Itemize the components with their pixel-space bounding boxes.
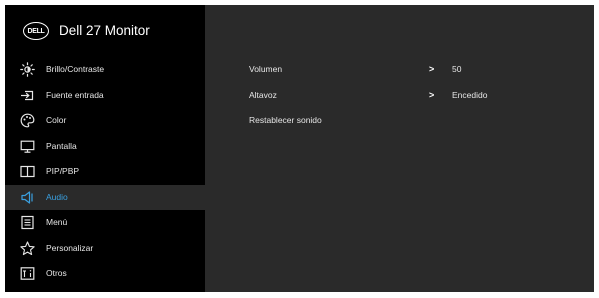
chevron-right-icon: >	[429, 89, 435, 100]
display-icon	[20, 139, 35, 154]
monitor-model-title: Dell 27 Monitor	[59, 23, 150, 38]
brand-header: DELL Dell 27 Monitor	[5, 5, 205, 57]
volume-value: 50	[452, 64, 462, 74]
menu-item-label: Otros	[46, 268, 67, 278]
brightness-icon	[20, 62, 35, 77]
menu-item-pip-pbp[interactable]: PIP/PBP	[5, 159, 205, 185]
menu-item-personalize[interactable]: Personalizar	[5, 236, 205, 262]
speaker-icon	[20, 190, 35, 205]
menu-item-label: Color	[46, 115, 67, 125]
menu-item-display[interactable]: Pantalla	[5, 134, 205, 160]
reset-audio-row[interactable]: Restablecer sonido	[205, 108, 594, 134]
audio-settings-panel: Volumen > 50 Altavoz > Encedido Restable…	[205, 57, 594, 134]
color-palette-icon	[20, 113, 35, 128]
speaker-label: Altavoz	[249, 89, 277, 100]
speaker-row[interactable]: Altavoz > Encedido	[205, 83, 594, 109]
menu-item-audio[interactable]: Audio	[5, 184, 205, 210]
menu-icon	[20, 215, 35, 230]
main-menu: Brillo/Contraste Fuente entrada Color Pa…	[5, 57, 205, 287]
menu-item-input-source[interactable]: Fuente entrada	[5, 83, 205, 109]
menu-item-menu[interactable]: Menú	[5, 210, 205, 236]
menu-item-label: PIP/PBP	[46, 166, 80, 176]
monitor-osd-window: DELL Dell 27 Monitor Brillo/Contraste Fu…	[5, 5, 594, 292]
menu-item-color[interactable]: Color	[5, 108, 205, 134]
pip-pbp-icon	[20, 164, 35, 179]
menu-item-brightness-contrast[interactable]: Brillo/Contraste	[5, 57, 205, 83]
menu-item-label: Brillo/Contraste	[46, 64, 105, 74]
volume-row[interactable]: Volumen > 50	[205, 57, 594, 83]
speaker-value: Encedido	[452, 89, 488, 100]
dell-logo: DELL	[23, 22, 49, 40]
star-icon	[20, 240, 35, 256]
menu-item-label: Personalizar	[46, 242, 94, 253]
others-icon	[20, 266, 35, 281]
menu-item-others[interactable]: Otros	[5, 261, 205, 287]
menu-item-label: Pantalla	[46, 140, 77, 151]
volume-label: Volumen	[249, 64, 283, 74]
reset-audio-label: Restablecer sonido	[249, 115, 322, 125]
input-source-icon	[20, 88, 35, 103]
sidebar: DELL Dell 27 Monitor Brillo/Contraste Fu…	[5, 5, 205, 292]
chevron-right-icon: >	[429, 64, 435, 74]
menu-item-label: Fuente entrada	[46, 89, 104, 100]
menu-item-label: Audio	[46, 191, 68, 202]
menu-item-label: Menú	[46, 217, 68, 227]
